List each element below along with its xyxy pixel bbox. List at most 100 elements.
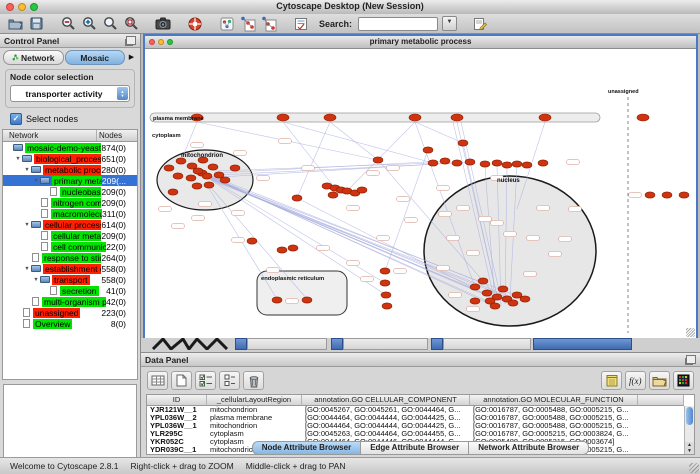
tree-expander-icon[interactable]: ▼ xyxy=(14,156,22,162)
tab-network[interactable]: Network xyxy=(3,50,64,65)
graph-node[interactable] xyxy=(373,157,383,163)
graph-edge[interactable] xyxy=(415,122,463,143)
graph-node[interactable] xyxy=(409,114,421,121)
select-nodes-checkbox[interactable]: ✓ xyxy=(10,113,22,125)
tree-expander-icon[interactable]: ▼ xyxy=(23,222,31,228)
graph-node[interactable] xyxy=(498,286,508,292)
graph-node[interactable] xyxy=(380,268,390,274)
graph-node[interactable] xyxy=(637,114,649,121)
graph-edge[interactable] xyxy=(283,122,335,188)
color-attribute-dropdown[interactable]: transporter activity ▲▼ xyxy=(10,85,130,102)
tree-expander-icon[interactable]: ▼ xyxy=(32,178,40,184)
tree-expander-icon[interactable]: ▼ xyxy=(32,277,40,283)
graph-node[interactable] xyxy=(428,160,438,166)
delete-attribute-button[interactable] xyxy=(243,371,264,390)
graph-edge[interactable] xyxy=(283,122,433,163)
graph-node[interactable] xyxy=(480,161,490,167)
help-button[interactable] xyxy=(186,15,204,32)
graph-node[interactable] xyxy=(662,192,672,198)
more-tabs-button[interactable]: ▶ xyxy=(126,51,137,64)
zoom-selected-button[interactable] xyxy=(122,15,140,32)
window-fragment[interactable] xyxy=(343,338,428,350)
graph-edge[interactable] xyxy=(217,161,445,173)
graph-node[interactable] xyxy=(230,165,240,171)
graph-node[interactable] xyxy=(478,278,488,284)
graph-node[interactable] xyxy=(277,114,289,121)
select-attributes-button[interactable] xyxy=(195,371,216,390)
graph-node[interactable] xyxy=(186,175,196,181)
tree-expander-icon[interactable]: ▼ xyxy=(23,167,31,173)
form-icon[interactable] xyxy=(292,15,310,32)
window-fragment[interactable] xyxy=(443,338,531,350)
graph-node[interactable] xyxy=(452,160,462,166)
tree-row[interactable]: Overview8(0) xyxy=(3,318,137,329)
column-header[interactable]: _cellularLayoutRegion xyxy=(207,395,302,406)
open-button[interactable] xyxy=(6,15,24,32)
graph-node[interactable] xyxy=(382,303,392,309)
tree-row[interactable]: ▼transport558(0) xyxy=(3,274,137,285)
column-header[interactable]: annotation.GO MOLECULAR_FUNCTION xyxy=(470,395,638,406)
graph-node[interactable] xyxy=(357,187,367,193)
float-panel-icon[interactable] xyxy=(126,36,136,45)
function-builder-button[interactable]: f(x) xyxy=(625,371,646,390)
tree-row[interactable]: macromolecule311(0) xyxy=(3,208,137,219)
graph-node[interactable] xyxy=(173,173,183,179)
tree-row[interactable]: ▼metabolic process280(0) xyxy=(3,164,137,175)
tree-row[interactable]: mosaic-demo-yeast874(0) xyxy=(3,142,137,153)
graph-node[interactable] xyxy=(451,114,463,121)
tree-row[interactable]: cellular metabo209(0) xyxy=(3,230,137,241)
graph-node[interactable] xyxy=(465,159,475,165)
tree-row[interactable]: unassigned223(0) xyxy=(3,307,137,318)
graph-node[interactable] xyxy=(292,195,302,201)
graph-node[interactable] xyxy=(645,192,655,198)
new-attribute-button[interactable] xyxy=(171,371,192,390)
graph-node[interactable] xyxy=(247,238,257,244)
canvas-resize-grip[interactable] xyxy=(686,328,695,337)
window-fragment[interactable] xyxy=(247,338,327,350)
graph-node[interactable] xyxy=(192,183,202,189)
tree-expander-icon[interactable]: ▼ xyxy=(23,266,31,272)
column-header[interactable] xyxy=(638,395,684,406)
matrix-button[interactable] xyxy=(673,371,694,390)
table-row[interactable]: YJR121W__1mitochondrion[GO:0045267, GO:0… xyxy=(147,406,694,414)
table-row[interactable]: YPL036W__2plasma membrane[GO:0044464, GO… xyxy=(147,414,694,422)
graph-node[interactable] xyxy=(202,173,212,179)
graph-node[interactable] xyxy=(328,192,338,198)
graph-node[interactable] xyxy=(440,158,450,164)
import-attributes-button[interactable] xyxy=(649,371,670,390)
tree-row[interactable]: nucleobase-209(0) xyxy=(3,186,137,197)
search-input[interactable] xyxy=(358,17,438,31)
graph-node[interactable] xyxy=(520,296,530,302)
graph-node[interactable] xyxy=(381,292,391,298)
snapshot-button[interactable] xyxy=(154,15,172,32)
edit-search-button[interactable] xyxy=(471,15,489,32)
graph-node[interactable] xyxy=(458,140,468,146)
vizmapper-button[interactable] xyxy=(218,15,236,32)
window-fragment[interactable] xyxy=(235,338,247,350)
tree-row[interactable]: secretion41(0) xyxy=(3,285,137,296)
tree-row[interactable]: ▼establishment of lo558(0) xyxy=(3,263,137,274)
graph-node[interactable] xyxy=(272,297,282,303)
graph-node[interactable] xyxy=(168,189,178,195)
graph-node[interactable] xyxy=(492,160,502,166)
graph-node[interactable] xyxy=(508,300,518,306)
graph-node[interactable] xyxy=(380,280,390,286)
zoom-out-button[interactable] xyxy=(59,15,77,32)
scrollbar-thumb[interactable] xyxy=(686,407,693,425)
table-row[interactable]: YPL036W__1mitochondrion[GO:0044464, GO:0… xyxy=(147,422,694,430)
graph-node[interactable] xyxy=(204,182,214,188)
tree-row[interactable]: ▼biological_process651(0) xyxy=(3,153,137,164)
graph-node[interactable] xyxy=(277,247,287,253)
graph-node[interactable] xyxy=(164,165,174,171)
graph-node[interactable] xyxy=(208,164,218,170)
network-graph[interactable]: plasma membranecytoplasmmitochondrionnuc… xyxy=(145,49,696,338)
column-header[interactable]: ID xyxy=(147,395,207,406)
graph-edge[interactable] xyxy=(347,122,415,191)
graph-node[interactable] xyxy=(324,114,336,121)
zoom-in-button[interactable] xyxy=(80,15,98,32)
select-all-attributes-button[interactable] xyxy=(147,371,168,390)
graph-node[interactable] xyxy=(679,192,689,198)
unselect-attributes-button[interactable] xyxy=(219,371,240,390)
graph-node[interactable] xyxy=(470,284,480,290)
graph-node[interactable] xyxy=(538,160,548,166)
